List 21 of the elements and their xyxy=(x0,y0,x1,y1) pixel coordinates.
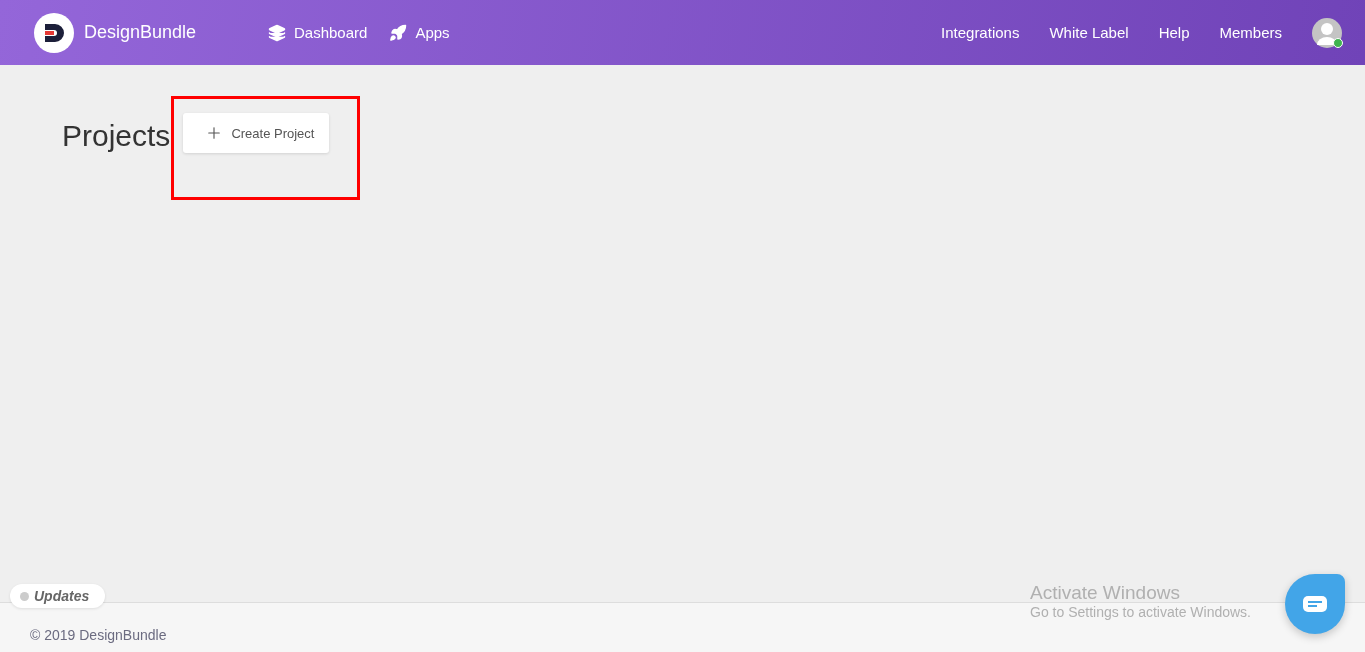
nav-link[interactable]: Integrations xyxy=(941,24,1020,41)
activation-subtitle: Go to Settings to activate Windows. xyxy=(1030,604,1251,620)
nav-link[interactable]: Dashboard xyxy=(268,23,368,42)
nav-link[interactable]: Members xyxy=(1219,24,1282,41)
copyright-text: © 2019 DesignBundle xyxy=(30,627,167,643)
chat-icon xyxy=(1303,596,1327,612)
page-title: Projects xyxy=(62,119,171,153)
nav-link[interactable]: Apps xyxy=(389,23,450,42)
updates-label: Updates xyxy=(34,588,90,604)
chat-button[interactable] xyxy=(1285,574,1345,634)
create-project-button[interactable]: Create Project xyxy=(183,113,330,153)
avatar[interactable] xyxy=(1312,17,1342,48)
activation-title: Activate Windows xyxy=(1030,582,1181,604)
rocket-icon xyxy=(389,23,408,42)
status-dot xyxy=(20,591,29,601)
logo-icon xyxy=(34,12,74,53)
brand-name: DesignBundle xyxy=(84,22,197,43)
layers-icon xyxy=(268,23,286,42)
updates-badge[interactable]: Updates xyxy=(10,584,106,608)
nav-link[interactable]: White Label xyxy=(1049,24,1129,41)
nav-link[interactable]: Help xyxy=(1158,24,1190,41)
